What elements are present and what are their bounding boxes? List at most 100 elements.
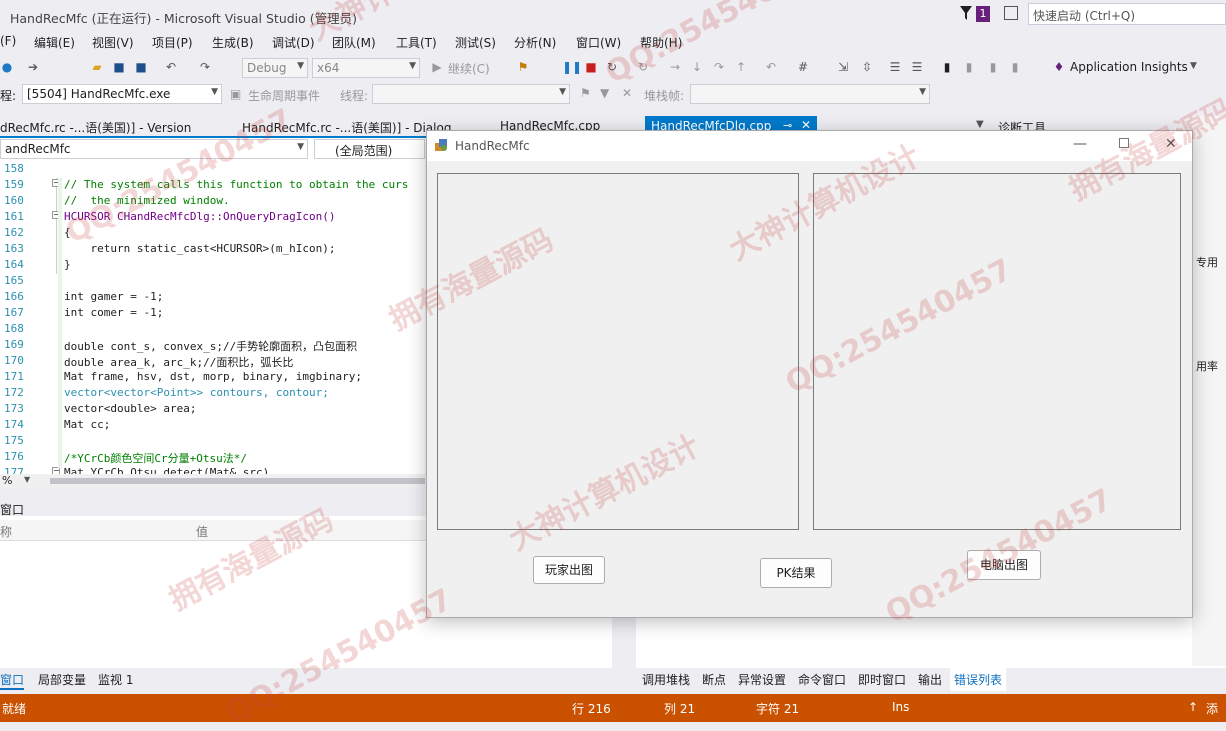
continue-button[interactable]: 继续(C) bbox=[448, 60, 490, 77]
restart-icon[interactable]: ↻ bbox=[605, 60, 619, 74]
close-icon[interactable]: ✕ bbox=[1165, 136, 1177, 152]
maximize-icon[interactable] bbox=[1119, 138, 1129, 148]
process-icon[interactable]: ⚑ bbox=[516, 60, 530, 74]
show-next-statement-icon[interactable]: → bbox=[668, 60, 682, 74]
line-number: 174 bbox=[4, 418, 24, 431]
quick-launch-input[interactable]: 快速启动 (Ctrl+Q) bbox=[1028, 3, 1226, 25]
chevron-down-icon[interactable]: ▼ bbox=[24, 475, 30, 484]
line-number: 177 bbox=[4, 466, 24, 474]
save-all-icon[interactable]: ■ bbox=[134, 60, 148, 74]
tab-locals[interactable]: 局部变量 bbox=[38, 671, 86, 688]
clear-bookmark-icon[interactable]: ▮ bbox=[1008, 60, 1022, 74]
tab-call-stack[interactable]: 调用堆栈 bbox=[642, 671, 690, 688]
column-header-value[interactable]: 值 bbox=[196, 523, 208, 540]
step-over-icon[interactable]: ↷ bbox=[712, 60, 726, 74]
next-bookmark-icon[interactable]: ▮ bbox=[986, 60, 1000, 74]
save-icon[interactable]: ■ bbox=[112, 60, 126, 74]
tab-list-icon[interactable]: ▼ bbox=[976, 119, 984, 130]
tab-error-list[interactable]: 错误列表 bbox=[950, 668, 1007, 691]
scrollbar-thumb[interactable] bbox=[50, 478, 425, 484]
menu-test[interactable]: 测试(S) bbox=[455, 34, 496, 51]
lifecycle-events-button[interactable]: 生命周期事件 bbox=[248, 87, 320, 104]
filter-thread-icon[interactable]: ▼ bbox=[600, 86, 609, 100]
code-line: double area_k, arc_k;//面积比，弧长比 bbox=[64, 356, 294, 369]
tab-dialog[interactable]: HandRecMfc.rc -...语(美国)] - Dialog bbox=[242, 119, 451, 136]
insights-button[interactable]: Application Insights bbox=[1070, 60, 1188, 74]
line-number: 166 bbox=[4, 290, 24, 303]
step-out-icon[interactable]: ↑ bbox=[734, 60, 748, 74]
step-into-icon[interactable]: ↓ bbox=[690, 60, 704, 74]
open-folder-icon[interactable]: ▰ bbox=[90, 60, 104, 74]
expand-thread-icon[interactable]: ✕ bbox=[622, 86, 632, 100]
tab-immediate-window[interactable]: 即时窗口 bbox=[858, 671, 906, 688]
thread-select[interactable]: ▼ bbox=[372, 84, 570, 104]
line-number: 165 bbox=[4, 274, 24, 287]
filter-icon[interactable] bbox=[960, 6, 972, 20]
config-select[interactable]: Debug ▼ bbox=[242, 58, 308, 78]
column-header-name[interactable]: 称 bbox=[0, 523, 12, 540]
menu-tools[interactable]: 工具(T) bbox=[396, 34, 437, 51]
uncomment-icon[interactable]: ☰ bbox=[910, 60, 924, 74]
status-add[interactable]: 添 bbox=[1206, 700, 1218, 717]
prev-bookmark-icon[interactable]: ▮ bbox=[962, 60, 976, 74]
scope-select[interactable]: (全局范围) bbox=[314, 139, 425, 159]
stop-icon[interactable]: ■ bbox=[584, 60, 598, 74]
minimize-icon[interactable]: — bbox=[1073, 136, 1087, 152]
chevron-down-icon: ▼ bbox=[559, 87, 566, 97]
computer-draw-button[interactable]: 电脑出图 bbox=[967, 550, 1041, 580]
process-select[interactable]: [5504] HandRecMfc.exe ▼ bbox=[22, 84, 222, 104]
zoom-level[interactable]: % bbox=[2, 474, 12, 487]
collapse-icon[interactable]: − bbox=[52, 467, 60, 474]
notification-badge[interactable]: 1 bbox=[976, 6, 990, 22]
redo-icon[interactable]: ↷ bbox=[198, 60, 212, 74]
menu-team[interactable]: 团队(M) bbox=[332, 34, 376, 51]
line-number: 161 bbox=[4, 210, 24, 223]
tab-command-window[interactable]: 命令窗口 bbox=[798, 671, 846, 688]
menu-debug[interactable]: 调试(D) bbox=[272, 34, 315, 51]
player-draw-button[interactable]: 玩家出图 bbox=[533, 556, 605, 584]
editor-horizontal-scrollbar[interactable]: % ▼ bbox=[0, 474, 425, 488]
lifecycle-icon[interactable]: ▣ bbox=[230, 87, 241, 101]
menu-file[interactable]: (F) bbox=[0, 34, 16, 48]
flag-thread-icon[interactable]: ⚑ bbox=[580, 86, 591, 100]
step-back-icon[interactable]: ↶ bbox=[764, 60, 778, 74]
code-line: /*YCrCb颜色空间Cr分量+Otsu法*/ bbox=[64, 452, 247, 465]
hot-reload-icon[interactable]: ↻ bbox=[636, 60, 650, 74]
tab-exception-settings[interactable]: 异常设置 bbox=[738, 671, 786, 688]
menu-window[interactable]: 窗口(W) bbox=[576, 34, 621, 51]
code-editor[interactable]: − − − 158 159 160 161 162 163 164 165 16… bbox=[0, 160, 425, 474]
platform-select[interactable]: x64 ▼ bbox=[312, 58, 420, 78]
feedback-icon[interactable] bbox=[1004, 6, 1018, 20]
bookmark-icon[interactable]: ▮ bbox=[940, 60, 954, 74]
menu-build[interactable]: 生成(B) bbox=[212, 34, 254, 51]
threads-icon[interactable]: ⇳ bbox=[860, 60, 874, 74]
forward-icon[interactable]: ➔ bbox=[26, 60, 40, 74]
chevron-down-icon: ▼ bbox=[919, 87, 926, 97]
stackframe-select[interactable]: ▼ bbox=[690, 84, 930, 104]
comment-icon[interactable]: ☰ bbox=[888, 60, 902, 74]
menu-project[interactable]: 项目(P) bbox=[152, 34, 193, 51]
chevron-down-icon: ▼ bbox=[297, 142, 304, 152]
menu-view[interactable]: 视图(V) bbox=[92, 34, 134, 51]
continue-icon[interactable]: ▶ bbox=[430, 60, 444, 74]
pause-icon[interactable]: ❚❚ bbox=[562, 60, 582, 74]
dialog-title-bar[interactable]: HandRecMfc — ✕ bbox=[427, 131, 1192, 161]
back-icon[interactable]: ● bbox=[0, 60, 14, 74]
tab-version[interactable]: dRecMfc.rc -...语(美国)] - Version bbox=[0, 119, 191, 136]
thread-label: 线程: bbox=[340, 89, 369, 103]
menu-analyze[interactable]: 分析(N) bbox=[514, 34, 556, 51]
line-number: 171 bbox=[4, 370, 24, 383]
tab-output[interactable]: 输出 bbox=[918, 671, 942, 688]
menu-help[interactable]: 帮助(H) bbox=[640, 34, 682, 51]
class-select[interactable]: andRecMfc ▼ bbox=[0, 139, 308, 159]
arrow-up-icon[interactable]: ↑ bbox=[1188, 700, 1198, 714]
tab-breakpoints[interactable]: 断点 bbox=[702, 671, 726, 688]
thread-icon[interactable]: ⇲ bbox=[836, 60, 850, 74]
hex-icon[interactable]: # bbox=[796, 60, 810, 74]
tab-locals-window[interactable]: 窗口 bbox=[0, 671, 25, 690]
pk-result-button[interactable]: PK结果 bbox=[760, 558, 832, 588]
tab-watch1[interactable]: 监视 1 bbox=[98, 671, 133, 688]
undo-icon[interactable]: ↶ bbox=[164, 60, 178, 74]
menu-edit[interactable]: 编辑(E) bbox=[34, 34, 75, 51]
chevron-down-icon[interactable]: ▼ bbox=[1190, 61, 1197, 71]
